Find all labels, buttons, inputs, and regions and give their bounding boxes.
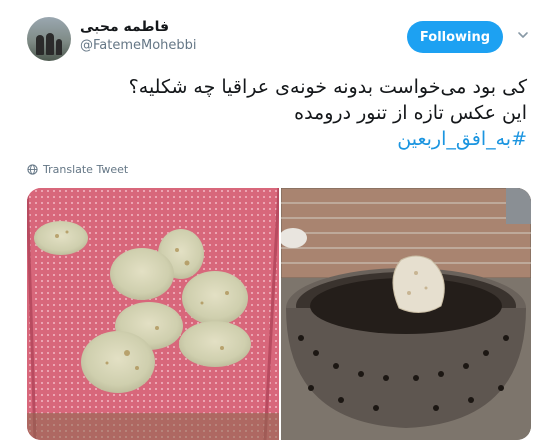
following-button[interactable]: Following: [407, 21, 503, 53]
translate-tweet-label: Translate Tweet: [43, 163, 129, 176]
author-name[interactable]: فاطمه محبی: [80, 19, 169, 35]
avatar-figure: [56, 39, 62, 55]
bread-photo-illustration: [27, 188, 279, 440]
hashtag-link[interactable]: #به_افق_اربعین: [37, 126, 527, 152]
translate-tweet-link[interactable]: Translate Tweet: [27, 163, 128, 176]
avatar[interactable]: [27, 17, 71, 61]
globe-icon: [27, 164, 38, 175]
tandoor-photo-illustration: [281, 188, 531, 440]
avatar-figure: [46, 33, 54, 55]
tweet-text-line: کی بود می‌خواست بدونه خونه‌ی عراقیا چه ش…: [128, 76, 527, 98]
tweet-text: کی بود می‌خواست بدونه خونه‌ی عراقیا چه ش…: [37, 74, 527, 152]
author-handle[interactable]: @FatemeMohebbi: [80, 38, 197, 53]
avatar-figure: [36, 35, 44, 55]
tandoor-oven-photo[interactable]: [281, 188, 531, 440]
tweet-text-line: این عکس تازه از تنور درومده: [294, 102, 527, 124]
chevron-down-icon[interactable]: [516, 28, 530, 42]
bread-on-pink-cloth-photo[interactable]: [27, 188, 279, 440]
